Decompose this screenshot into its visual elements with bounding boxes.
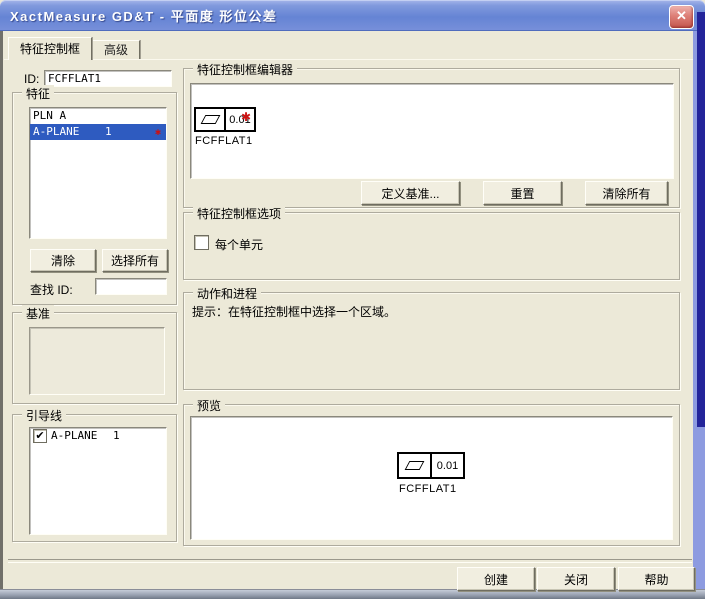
flatness-symbol-cell (397, 452, 432, 479)
cursor-marker-icon: ✱ (241, 110, 251, 124)
datum-group: 基准 (12, 312, 177, 404)
tolerance-cell[interactable]: 0.01 (224, 107, 256, 132)
tab-feature-control-frame[interactable]: 特征控制框 (8, 37, 92, 60)
find-id-label: 查找 ID: (30, 281, 73, 298)
find-id-input[interactable] (95, 278, 167, 295)
preview-fcf-frame: 0.01 (397, 452, 465, 479)
define-datum-button[interactable]: 定义基准... (361, 181, 460, 205)
fcf-editor-title: 特征控制框编辑器 (193, 61, 297, 78)
action-process-group: 动作和进程 提示：在特征控制框中选择一个区域。 (183, 292, 680, 390)
list-item[interactable]: PLN A (30, 108, 166, 124)
process-hint: 提示：在特征控制框中选择一个区域。 (192, 303, 396, 320)
tolerance-cell: 0.01 (430, 452, 465, 479)
clear-all-button[interactable]: 清除所有 (585, 181, 668, 205)
datum-list[interactable] (29, 327, 165, 395)
list-item[interactable]: ✔ A-PLANE 1 (30, 428, 166, 444)
create-button[interactable]: 创建 (457, 567, 535, 591)
leader-group: 引导线 ✔ A-PLANE 1 (12, 414, 177, 542)
feature-list[interactable]: PLN A A-PLANE 1 ✱ (29, 107, 167, 239)
title-bar[interactable]: XactMeasure GD&T - 平面度 形位公差 (0, 0, 705, 31)
list-item[interactable]: A-PLANE 1 ✱ (30, 124, 166, 140)
feature-group-title: 特征 (22, 85, 54, 102)
datum-group-title: 基准 (22, 305, 54, 322)
preview-group: 预览 0.01 FCFFLAT1 (183, 404, 680, 546)
id-label: ID: (24, 72, 39, 86)
per-unit-label: 每个单元 (215, 236, 263, 253)
fcf-options-group: 特征控制框选项 每个单元 (183, 212, 680, 280)
tab-strip-line (4, 59, 693, 60)
fcf-options-title: 特征控制框选项 (193, 205, 285, 222)
preview-canvas: 0.01 FCFFLAT1 (190, 416, 673, 540)
per-unit-checkbox[interactable] (194, 235, 209, 250)
checkbox-checked-icon[interactable]: ✔ (33, 429, 47, 443)
help-button[interactable]: 帮助 (618, 567, 695, 591)
window-frame-left (0, 31, 3, 590)
background-artifact (697, 12, 705, 427)
leader-list[interactable]: ✔ A-PLANE 1 (29, 427, 167, 535)
leader-marker-icon: ✱ (155, 125, 161, 141)
close-icon[interactable]: ✕ (669, 5, 694, 29)
flatness-icon (405, 461, 425, 470)
leader-group-title: 引导线 (22, 407, 66, 424)
action-process-title: 动作和进程 (193, 285, 261, 302)
close-button[interactable]: 关闭 (537, 567, 615, 591)
id-input[interactable] (44, 70, 172, 87)
window-title: XactMeasure GD&T - 平面度 形位公差 (10, 6, 277, 25)
select-all-button[interactable]: 选择所有 (102, 249, 168, 272)
fcf-editor-group: 特征控制框编辑器 0.01 ✱ FCFFLAT1 定义基准... 重置 清除所有 (183, 68, 680, 208)
xactmeasure-gdt-dialog: XactMeasure GD&T - 平面度 形位公差 ✕ 特征控制框 高级 I… (0, 0, 705, 599)
reset-button[interactable]: 重置 (483, 181, 562, 205)
flatness-icon (200, 115, 220, 124)
preview-fcf-name: FCFFLAT1 (399, 483, 457, 495)
tab-advanced[interactable]: 高级 (92, 40, 140, 60)
preview-title: 预览 (193, 397, 225, 414)
flatness-symbol-cell[interactable] (194, 107, 226, 132)
clear-button[interactable]: 清除 (30, 249, 96, 272)
fcf-editor-canvas[interactable]: 0.01 ✱ FCFFLAT1 (190, 83, 674, 179)
footer-divider (8, 559, 692, 563)
fcf-editor-name: FCFFLAT1 (195, 135, 253, 147)
feature-group: 特征 PLN A A-PLANE 1 ✱ 清除 选择所有 查找 ID: (12, 92, 177, 305)
